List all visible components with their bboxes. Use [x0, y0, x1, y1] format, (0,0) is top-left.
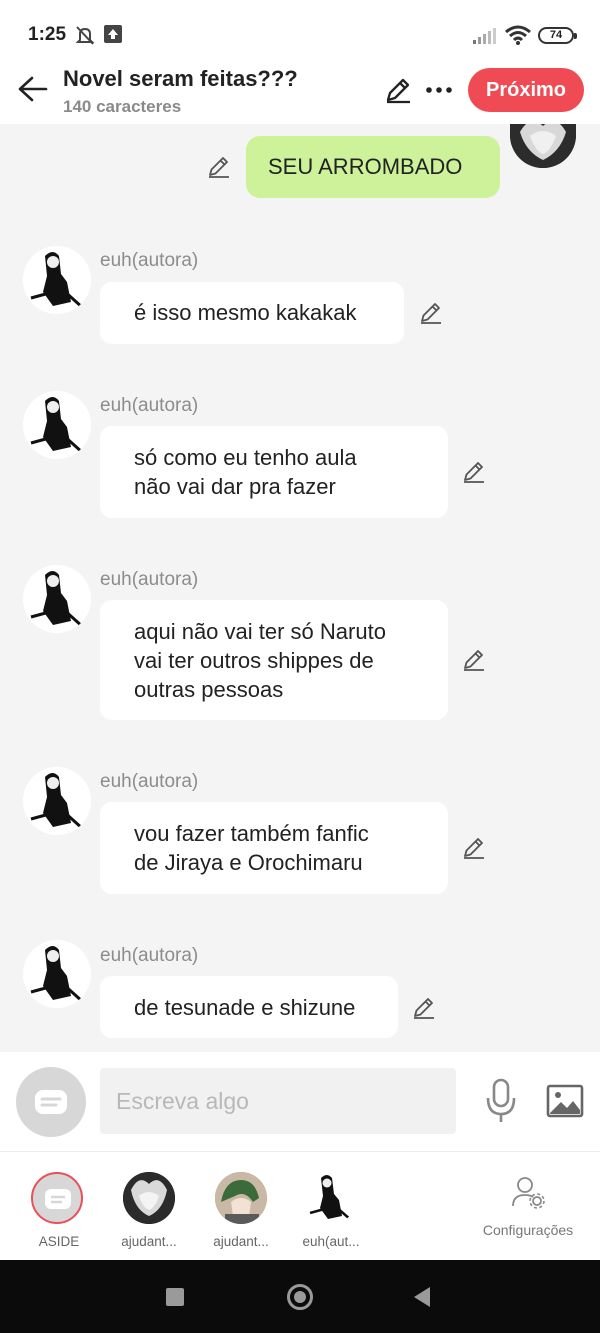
author-name: euh(autora) — [100, 945, 199, 966]
message-line: de Jiraya e Orochimaru — [134, 850, 363, 875]
back-arrow-icon[interactable] — [16, 74, 48, 104]
message-line: só como eu tenho aula — [134, 445, 357, 470]
tab-label: ASIDE — [38, 1234, 80, 1249]
composer-bar — [0, 1052, 600, 1152]
edit-message-icon[interactable] — [411, 995, 437, 1021]
upload-icon — [104, 25, 122, 43]
status-time: 1:25 — [28, 24, 67, 45]
home-icon[interactable] — [287, 1284, 313, 1310]
author-avatar[interactable] — [23, 565, 91, 633]
avatar — [215, 1172, 267, 1224]
message-bubble[interactable]: só como eu tenho aula não vai dar pra fa… — [100, 426, 448, 518]
author-name: euh(autora) — [100, 569, 199, 590]
tab-helper-1[interactable]: ajudant... — [108, 1172, 188, 1252]
author-name: euh(autora) — [100, 250, 199, 271]
message-bubble[interactable]: é isso mesmo kakakak — [100, 282, 404, 344]
author-avatar[interactable] — [23, 940, 91, 1008]
avatar — [305, 1172, 357, 1224]
signal-icon — [473, 28, 496, 44]
message-line: outras pessoas — [134, 677, 284, 702]
author-avatar[interactable] — [23, 246, 91, 314]
edit-message-icon[interactable] — [461, 459, 487, 485]
more-options-icon[interactable] — [425, 76, 453, 104]
character-count: 140 caracteres — [63, 97, 182, 116]
message-line: não vai dar pra fazer — [134, 474, 336, 499]
tab-author[interactable]: euh(aut... — [290, 1172, 370, 1252]
edit-message-icon[interactable] — [206, 154, 232, 180]
author-name: euh(autora) — [100, 771, 199, 792]
avatar — [123, 1172, 175, 1224]
aside-toggle-button[interactable] — [16, 1067, 86, 1137]
own-message-bubble[interactable]: SEU ARROMBADO — [246, 136, 500, 198]
message-line: de tesunade e shizune — [134, 995, 356, 1020]
settings-user-icon[interactable] — [510, 1174, 546, 1210]
microphone-icon[interactable] — [484, 1078, 518, 1124]
chat-messages[interactable]: SEU ARROMBADO euh(autora) é isso mesmo k… — [0, 124, 600, 1052]
message-bubble[interactable]: vou fazer também fanfic de Jiraya e Oroc… — [100, 802, 448, 894]
edit-icon[interactable] — [383, 75, 413, 105]
tab-aside[interactable]: ASIDE — [18, 1172, 98, 1252]
tab-helper-2[interactable]: ajudant... — [200, 1172, 280, 1252]
message-line: vou fazer também fanfic — [134, 821, 369, 846]
tab-label: ajudant... — [213, 1234, 269, 1249]
wifi-icon — [505, 25, 531, 45]
message-line: é isso mesmo kakakak — [134, 300, 357, 325]
author-avatar[interactable] — [23, 767, 91, 835]
message-line: aqui não vai ter só Naruto — [134, 619, 386, 644]
edit-message-icon[interactable] — [461, 835, 487, 861]
bell-off-icon — [75, 26, 95, 45]
page-title: Novel seram feitas??? — [63, 66, 298, 91]
author-avatar[interactable] — [23, 391, 91, 459]
aside-tab-icon — [31, 1172, 83, 1224]
status-bar: 1:25 74 — [0, 0, 600, 62]
message-bubble-icon — [35, 1090, 67, 1114]
edit-message-icon[interactable] — [418, 300, 444, 326]
edit-message-icon[interactable] — [461, 647, 487, 673]
settings-label[interactable]: Configurações — [478, 1222, 578, 1238]
message-bubble[interactable]: de tesunade e shizune — [100, 976, 398, 1038]
author-name: euh(autora) — [100, 395, 199, 416]
participants-tab-bar: ASIDE ajudant... ajudant... euh(aut... C… — [0, 1152, 600, 1260]
tab-label: ajudant... — [121, 1234, 177, 1249]
back-nav-icon[interactable] — [412, 1286, 432, 1308]
battery-icon: 74 — [538, 27, 577, 44]
image-icon[interactable] — [546, 1084, 584, 1118]
next-button[interactable]: Próximo — [468, 68, 584, 112]
recent-apps-icon[interactable] — [166, 1288, 184, 1306]
message-bubble[interactable]: aqui não vai ter só Naruto vai ter outro… — [100, 600, 448, 720]
system-navigation-bar — [0, 1260, 600, 1333]
own-avatar[interactable] — [510, 124, 576, 168]
tab-label: euh(aut... — [302, 1234, 360, 1249]
message-input[interactable] — [100, 1068, 456, 1134]
message-line: vai ter outros shippes de — [134, 648, 374, 673]
chat-header: Novel seram feitas??? 140 caracteres Pró… — [0, 62, 600, 124]
